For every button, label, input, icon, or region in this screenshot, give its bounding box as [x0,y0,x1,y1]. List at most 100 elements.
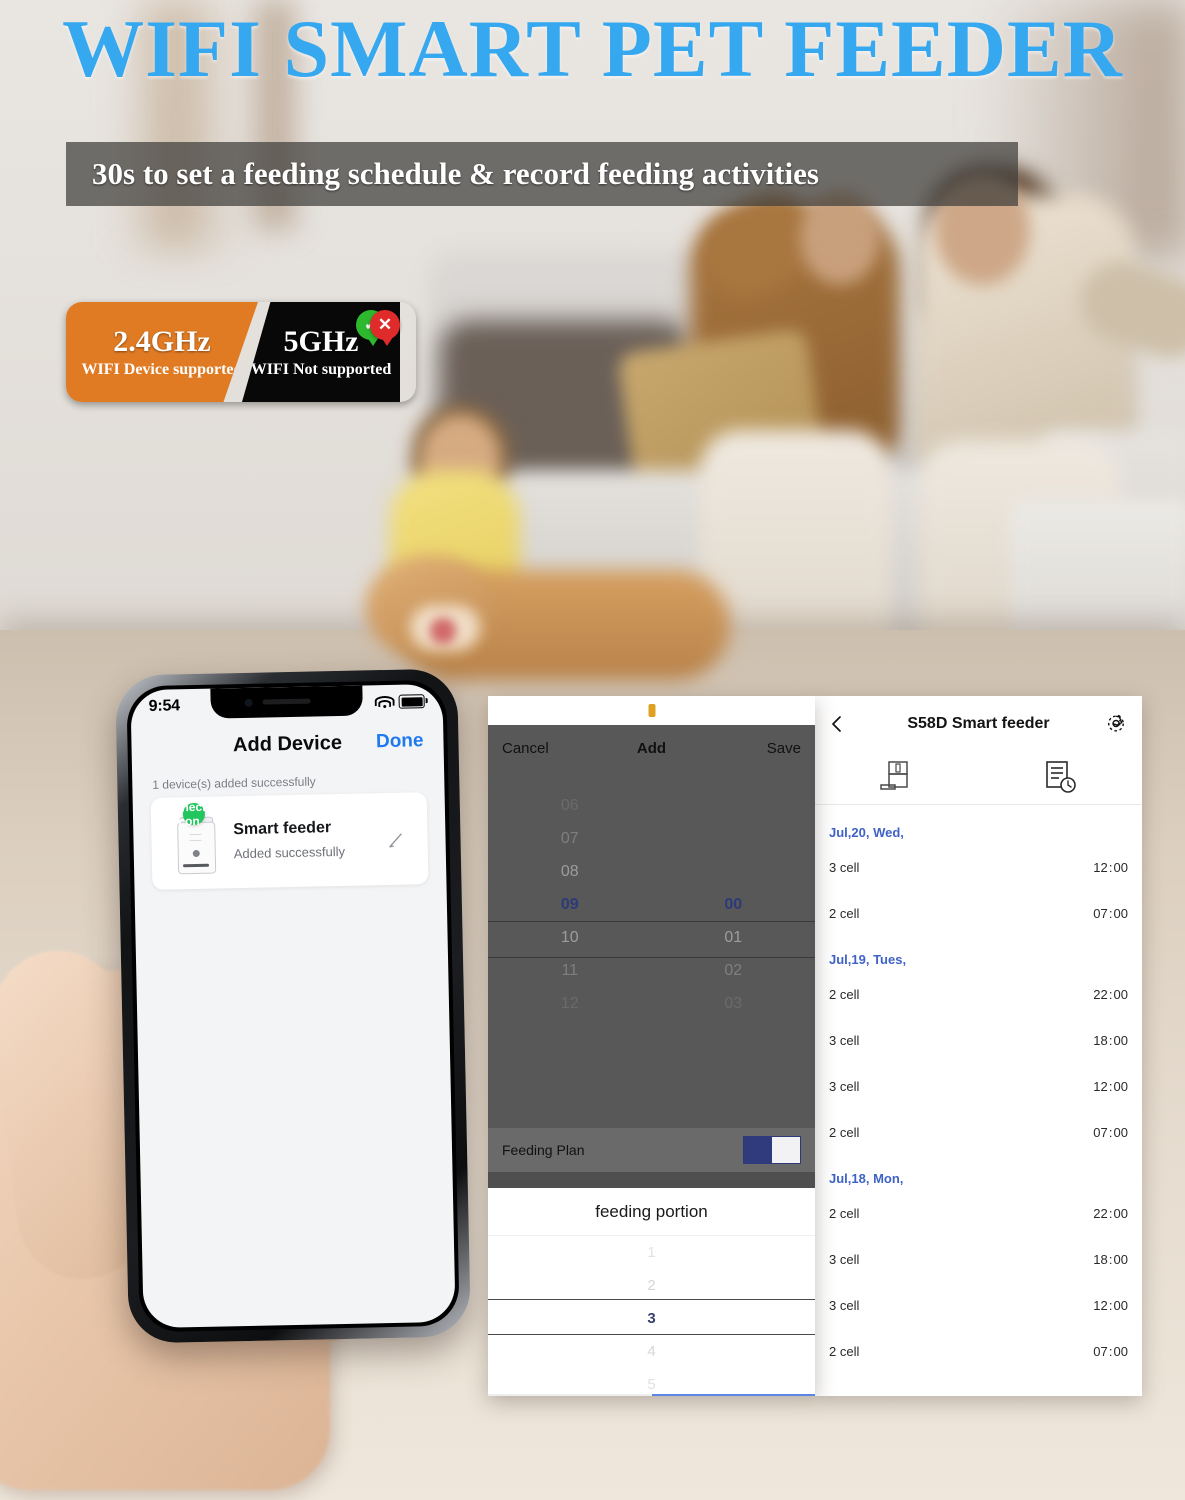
minute-option[interactable]: 03 [652,987,816,1020]
minute-option[interactable] [652,789,816,822]
record-date-header: Jul,19, Tues, [829,952,907,967]
phone-nav-title: Add Device [232,731,343,756]
phone-screen: 9:54 Add Device Done 1 device(s) added s… [130,683,456,1329]
tab-device[interactable] [877,760,917,796]
added-count-note: 1 device(s) added successfully [152,774,316,792]
record-amount: 2 cell [829,1124,860,1140]
minute-option[interactable]: 02 [652,954,816,987]
portion-option-selected[interactable]: 3 [488,1302,815,1335]
record-amount: 2 cell [829,1343,860,1359]
record-row[interactable]: 2 cell 22 : 00 [815,1190,1142,1236]
records-tab-bar [815,752,1142,805]
hour-column[interactable]: 06 07 08 09 10 11 12 [488,789,652,1099]
record-row[interactable]: 3 cell 18 : 00 [815,1236,1142,1282]
device-name: Smart feeder [233,819,332,839]
hour-option[interactable]: 10 [488,921,652,954]
save-button[interactable]: Save [767,740,801,757]
portion-sheet-buttons: Cancel Confirm [488,1394,815,1396]
hour-option-selected[interactable]: 09 [488,888,652,921]
mid-top-bar: Cancel Add Save [488,725,815,771]
subtitle-text: 30s to set a feeding schedule & record f… [92,156,819,191]
hour-option[interactable]: 08 [488,855,652,888]
record-time: 07 : 00 [1093,1343,1128,1359]
record-row[interactable]: 2 cell 07 : 00 [815,890,1142,936]
status-indicators [374,694,425,709]
portion-option[interactable]: 2 [488,1269,815,1302]
wifi-compatibility-badge: 2.4GHz WIFI Device supported 5GHz WIFI N… [66,302,416,402]
time-picker[interactable]: 06 07 08 09 10 11 12 00 01 02 03 [488,789,815,1099]
record-amount: 3 cell [829,1032,860,1048]
badge-24ghz-freq: 2.4GHz [113,324,211,358]
minute-option[interactable] [652,822,816,855]
bg-dog-tongue [430,618,456,644]
phone-bezel: 9:54 Add Device Done 1 device(s) added s… [126,679,460,1333]
pencil-icon[interactable] [387,831,405,849]
record-amount: 2 cell [829,1205,860,1221]
wifi-icon [374,695,395,708]
portion-option[interactable]: 4 [488,1335,815,1368]
minute-option[interactable]: 01 [652,921,816,954]
record-time: 22 : 00 [1093,986,1128,1002]
records-nav-bar: S58D Smart feeder [815,696,1142,752]
record-time: 12 : 00 [1093,859,1128,875]
battery-icon [398,694,425,709]
time-picker-overlay: Cancel Add Save 06 07 08 09 10 11 12 00 … [488,725,815,1128]
portion-confirm-button[interactable]: Confirm [652,1394,815,1396]
schedule-add-panel: Cancel Add Save 06 07 08 09 10 11 12 00 … [488,696,815,1396]
feeding-plan-toggle[interactable] [743,1136,801,1164]
record-time: 18 : 00 [1093,1251,1128,1267]
feeding-records-list: Jul,20, Wed, 3 cell 12 : 00 2 cell 07 : … [815,805,1142,1374]
record-amount: 3 cell [829,1078,860,1094]
device-status: Added successfully [233,843,346,862]
done-button[interactable]: Done [376,730,424,753]
record-row[interactable]: 3 cell 12 : 00 [815,844,1142,890]
records-title: S58D Smart feeder [907,715,1050,732]
mid-panel-title: Add [636,739,667,757]
feeding-plan-label: Feeding Plan [502,1142,585,1158]
mid-status-bar [488,696,815,725]
badge-5ghz-note: WIFI Not supported [250,360,392,378]
feeding-plan-row[interactable]: Feeding Plan [488,1128,815,1172]
record-row[interactable]: 3 cell 12 : 00 [815,1063,1142,1109]
gear-icon[interactable] [1104,712,1128,736]
record-amount: 3 cell [829,859,860,875]
hour-option[interactable]: 07 [488,822,652,855]
record-amount: 3 cell [829,1297,860,1313]
minute-column[interactable]: 00 01 02 03 [652,789,816,1099]
record-time: 22 : 00 [1093,1205,1128,1221]
record-amount: 2 cell [829,905,860,921]
record-row[interactable]: 2 cell 07 : 00 [815,1109,1142,1155]
record-row[interactable]: 2 cell 07 : 00 [815,1328,1142,1374]
hour-option[interactable]: 12 [488,987,652,1020]
portion-cancel-button[interactable]: Cancel [488,1394,652,1396]
status-bar: 9:54 [130,684,443,725]
cancel-button[interactable]: Cancel [502,740,549,757]
tab-record[interactable] [1042,760,1080,796]
badge-24ghz-note: WIFI Device supported [81,360,243,378]
record-amount: 3 cell [829,1251,860,1267]
status-clock: 9:54 [148,697,181,715]
badge-5ghz-freq: 5GHz [283,324,359,358]
record-date-header: Jul,20, Wed, [829,825,904,840]
record-amount: 2 cell [829,986,860,1002]
device-card[interactable]: check-icon Smart feeder Added successful… [150,792,429,890]
record-row[interactable]: 2 cell 22 : 00 [815,971,1142,1017]
minute-option-selected[interactable]: 00 [652,888,816,921]
feeding-records-panel: S58D Smart feeder Jul,20, Wed, 3 cell 12… [815,696,1142,1396]
record-row[interactable]: 3 cell 18 : 00 [815,1017,1142,1063]
page-title: WIFI SMART PET FEEDER [62,3,1123,94]
record-time: 18 : 00 [1093,1032,1128,1048]
portion-option[interactable]: 1 [488,1236,815,1269]
record-date-header: Jul,18, Mon, [829,1171,904,1186]
record-time: 07 : 00 [1093,1124,1128,1140]
feeding-portion-sheet: feeding portion 1 2 3 4 5 6 Cancel Confi… [488,1188,815,1396]
record-row[interactable]: 3 cell 12 : 00 [815,1282,1142,1328]
minute-option[interactable] [652,855,816,888]
portion-option[interactable]: 5 [488,1368,815,1396]
chevron-left-icon[interactable] [827,714,847,734]
hour-option[interactable]: 11 [488,954,652,987]
feeding-portion-picker[interactable]: 1 2 3 4 5 6 [488,1236,815,1396]
hour-option[interactable]: 06 [488,789,652,822]
feeding-portion-title: feeding portion [488,1188,815,1236]
panel-spacer [488,1172,815,1188]
